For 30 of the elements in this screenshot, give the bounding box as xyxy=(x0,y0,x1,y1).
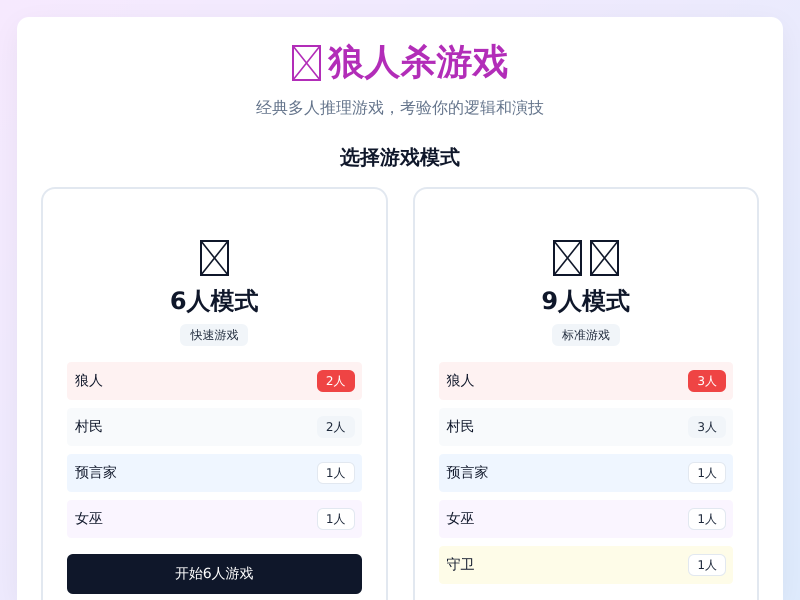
start-game-button[interactable]: 开始6人游戏 xyxy=(67,554,362,594)
role-name: 狼人 xyxy=(75,372,103,390)
role-name: 村民 xyxy=(75,418,103,436)
role-name: 女巫 xyxy=(446,510,474,528)
mode-title: 9人模式 xyxy=(540,286,632,317)
section-title: 选择游戏模式 xyxy=(339,144,461,171)
role-count: 3人 xyxy=(688,416,726,438)
role-count: 1人 xyxy=(688,508,726,530)
mode-tag: 快速游戏 xyxy=(180,324,248,346)
role-count: 1人 xyxy=(316,462,354,484)
crossed-box-icon xyxy=(292,45,320,81)
crossed-box-icon xyxy=(590,240,619,276)
role-name: 狼人 xyxy=(446,372,474,390)
role-count: 2人 xyxy=(316,416,354,438)
role-count: 1人 xyxy=(688,554,726,576)
subtitle: 经典多人推理游戏，考验你的逻辑和演技 xyxy=(255,97,545,119)
role-name: 预言家 xyxy=(75,464,117,482)
role-count: 2人 xyxy=(316,370,354,392)
role-name: 预言家 xyxy=(446,464,488,482)
role-name: 守卫 xyxy=(446,556,474,574)
role-name: 女巫 xyxy=(75,510,103,528)
role-count: 1人 xyxy=(316,508,354,530)
role-count: 3人 xyxy=(688,370,726,392)
crossed-box-icon xyxy=(552,240,582,276)
crossed-box-icon xyxy=(200,240,229,276)
mode-title: 6人模式 xyxy=(168,286,260,317)
mode-tag: 标准游戏 xyxy=(552,324,620,346)
role-name: 村民 xyxy=(446,418,474,436)
role-count: 1人 xyxy=(688,462,726,484)
page-title: 狼人杀游戏 xyxy=(328,41,508,85)
